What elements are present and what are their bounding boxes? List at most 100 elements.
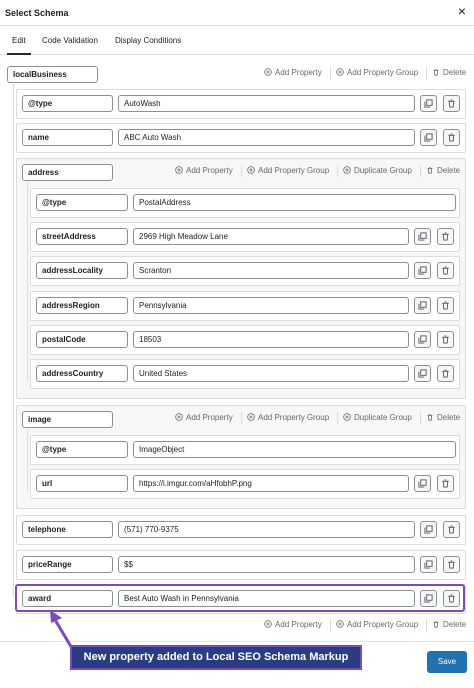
root-key-field[interactable]: localBusiness (7, 66, 98, 83)
duplicate-button[interactable] (414, 475, 431, 492)
property-key-field[interactable]: addressCountry (36, 365, 128, 382)
property-key-field[interactable]: postalCode (36, 331, 128, 348)
property-value-field[interactable]: 18503 (133, 331, 409, 348)
duplicate-button[interactable] (420, 129, 437, 146)
divider (330, 67, 331, 79)
modal-title: Select Schema (5, 8, 69, 18)
property-value-field[interactable]: Best Auto Wash in Pennsylvania (118, 590, 415, 607)
copy-icon (424, 99, 433, 108)
address-add-property-button[interactable]: Add Property (175, 165, 233, 177)
property-value-field[interactable]: Pennsylvania (133, 297, 409, 314)
divider (426, 67, 427, 79)
property-key-field[interactable]: award (22, 590, 113, 607)
action-label: Delete (443, 68, 467, 77)
close-icon[interactable]: × (455, 4, 469, 18)
delete-button[interactable] (437, 365, 454, 382)
delete-button[interactable] (443, 590, 460, 607)
address-add-property-group-button[interactable]: Add Property Group (247, 165, 329, 177)
property-value-field[interactable]: https://i.imgur.com/aHfobhP.png (133, 475, 409, 492)
address-delete-button[interactable]: Delete (426, 165, 460, 177)
property-value-field[interactable]: Scranton (133, 262, 409, 279)
property-key-field[interactable]: telephone (22, 521, 113, 538)
tab-code-validation[interactable]: Code Validation (42, 27, 98, 55)
property-value-field[interactable]: (571) 770-9375 (118, 521, 415, 538)
copy-icon (418, 232, 427, 241)
property-value-field[interactable]: $$ (118, 556, 415, 573)
trash-icon (442, 266, 449, 275)
group-key-field[interactable]: image (22, 411, 113, 428)
property-key-field[interactable]: @type (36, 194, 128, 211)
property-value-field[interactable]: PostalAddress (133, 194, 456, 211)
duplicate-button[interactable] (414, 262, 431, 279)
image-duplicate-group-button[interactable]: Duplicate Group (343, 412, 412, 424)
action-label: Add Property (186, 413, 233, 422)
copy-icon (418, 369, 427, 378)
duplicate-button[interactable] (420, 556, 437, 573)
address-duplicate-group-button[interactable]: Duplicate Group (343, 165, 412, 177)
group-key-field[interactable]: address (22, 164, 113, 181)
trash-icon (448, 560, 455, 569)
duplicate-button[interactable] (420, 521, 437, 538)
action-label: Add Property Group (347, 620, 419, 629)
duplicate-button[interactable] (414, 297, 431, 314)
plus-circle-icon (336, 620, 344, 628)
delete-button[interactable] (443, 129, 460, 146)
delete-button[interactable] (437, 475, 454, 492)
delete-button[interactable] (437, 331, 454, 348)
property-value-field[interactable]: United States (133, 365, 409, 382)
tree-line (27, 182, 28, 381)
duplicate-button[interactable] (414, 365, 431, 382)
delete-button[interactable] (443, 95, 460, 112)
root-add-property-group-button[interactable]: Add Property Group (336, 67, 418, 79)
action-label: Duplicate Group (354, 166, 412, 175)
tab-edit[interactable]: Edit (7, 27, 31, 55)
duplicate-button[interactable] (414, 331, 431, 348)
delete-button[interactable] (443, 556, 460, 573)
action-label: Add Property Group (347, 68, 419, 77)
property-key-field[interactable]: streetAddress (36, 228, 128, 245)
modal-header: Select Schema × (0, 0, 474, 26)
property-value-field[interactable]: ImageObject (133, 441, 456, 458)
plus-circle-icon (264, 620, 272, 628)
image-add-property-button[interactable]: Add Property (175, 412, 233, 424)
copy-icon (424, 594, 433, 603)
copy-icon (424, 560, 433, 569)
image-delete-button[interactable]: Delete (426, 412, 460, 424)
save-button[interactable]: Save (427, 651, 467, 673)
bottom-add-property-group-button[interactable]: Add Property Group (336, 619, 418, 631)
image-add-property-group-button[interactable]: Add Property Group (247, 412, 329, 424)
divider (330, 619, 331, 631)
property-key-field[interactable]: priceRange (22, 556, 113, 573)
plus-circle-icon (343, 413, 351, 421)
delete-button[interactable] (437, 262, 454, 279)
duplicate-button[interactable] (420, 590, 437, 607)
root-delete-button[interactable]: Delete (432, 67, 466, 79)
property-key-field[interactable]: addressLocality (36, 262, 128, 279)
property-key-field[interactable]: addressRegion (36, 297, 128, 314)
tab-display-conditions[interactable]: Display Conditions (115, 27, 181, 55)
property-value-field[interactable]: 2969 High Meadow Lane (133, 228, 409, 245)
bottom-add-property-button[interactable]: Add Property (264, 619, 322, 631)
property-key-field[interactable]: name (22, 129, 113, 146)
action-label: Add Property (275, 620, 322, 629)
property-key-field[interactable]: @type (36, 441, 128, 458)
property-value-field[interactable]: ABC Auto Wash (118, 129, 415, 146)
plus-circle-icon (247, 166, 255, 174)
trash-icon (442, 301, 449, 310)
delete-button[interactable] (443, 521, 460, 538)
copy-icon (418, 266, 427, 275)
property-key-field[interactable]: @type (22, 95, 113, 112)
divider (420, 412, 421, 424)
property-key-field[interactable]: url (36, 475, 128, 492)
delete-button[interactable] (437, 228, 454, 245)
trash-icon (448, 525, 455, 534)
property-value-field[interactable]: AutoWash (118, 95, 415, 112)
plus-circle-icon (264, 68, 272, 76)
copy-icon (418, 479, 427, 488)
duplicate-button[interactable] (420, 95, 437, 112)
bottom-delete-button[interactable]: Delete (432, 619, 466, 631)
delete-button[interactable] (437, 297, 454, 314)
duplicate-button[interactable] (414, 228, 431, 245)
root-add-property-button[interactable]: Add Property (264, 67, 322, 79)
trash-icon (433, 621, 439, 628)
